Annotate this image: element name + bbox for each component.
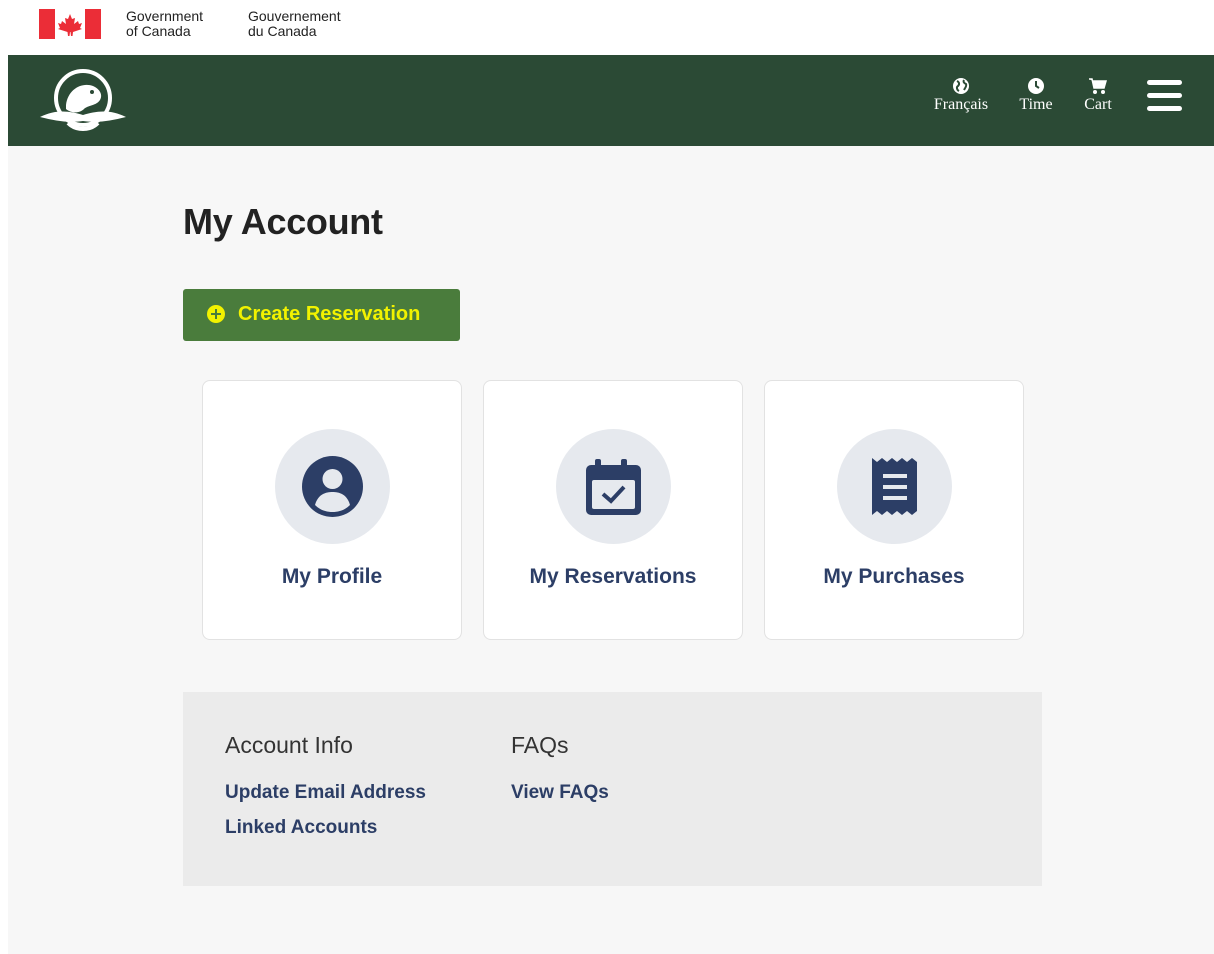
create-reservation-label: Create Reservation (238, 303, 421, 325)
gov-french-line-2: du Canada (248, 23, 317, 39)
account-info-panel: Account Info Update Email Address Linked… (183, 692, 1042, 886)
hamburger-bar (1147, 93, 1182, 98)
user-circle-icon (302, 456, 363, 517)
cart-icon (1089, 78, 1107, 94)
language-label: Français (933, 96, 989, 113)
update-email-link[interactable]: Update Email Address (225, 775, 426, 810)
hamburger-bar (1147, 80, 1182, 85)
globe-icon (953, 78, 969, 94)
my-profile-card[interactable]: My Profile (202, 380, 462, 640)
card-icon-circle (556, 429, 671, 544)
cart-label: Cart (1084, 96, 1112, 113)
faqs-heading: FAQs (511, 732, 569, 758)
account-info-column: Account Info Update Email Address Linked… (225, 732, 426, 845)
calendar-check-icon (586, 459, 641, 515)
gov-english-line-1: Government (126, 8, 204, 24)
government-bar: Government of Canada Gouvernement du Can… (0, 0, 1214, 55)
card-icon-circle (275, 429, 390, 544)
my-purchases-card[interactable]: My Purchases (764, 380, 1024, 640)
linked-accounts-link[interactable]: Linked Accounts (225, 810, 426, 845)
my-purchases-label: My Purchases (823, 565, 965, 588)
canada-flag-icon (39, 9, 101, 39)
gov-french-line-1: Gouvernement (248, 8, 341, 24)
site-header: Français Time Cart (8, 55, 1214, 146)
main-content: My Account Create Reservation My Profile… (8, 146, 1214, 954)
create-reservation-button[interactable]: Create Reservation (183, 289, 460, 341)
time-label: Time (1019, 96, 1053, 113)
my-reservations-label: My Reservations (529, 565, 697, 588)
clock-icon (1028, 78, 1044, 94)
hamburger-menu-icon[interactable] (1147, 80, 1182, 116)
gov-english-line-2: of Canada (126, 23, 191, 39)
cart-button[interactable]: Cart (1077, 77, 1119, 114)
gouvernement-du-canada-wordmark[interactable]: Gouvernement du Canada (248, 9, 341, 39)
my-profile-label: My Profile (281, 565, 383, 588)
view-faqs-link[interactable]: View FAQs (511, 775, 609, 810)
government-of-canada-wordmark[interactable]: Government of Canada (126, 9, 203, 39)
plus-circle-icon (207, 305, 225, 323)
account-info-heading: Account Info (225, 732, 353, 758)
faqs-column: FAQs View FAQs (511, 732, 609, 810)
beaver-logo-icon[interactable] (38, 65, 128, 135)
page-title: My Account (183, 201, 383, 242)
language-toggle-button[interactable]: Français (929, 77, 993, 114)
hamburger-bar (1147, 106, 1182, 111)
my-reservations-card[interactable]: My Reservations (483, 380, 743, 640)
time-button[interactable]: Time (1015, 77, 1057, 114)
card-icon-circle (837, 429, 952, 544)
receipt-icon (872, 458, 917, 515)
